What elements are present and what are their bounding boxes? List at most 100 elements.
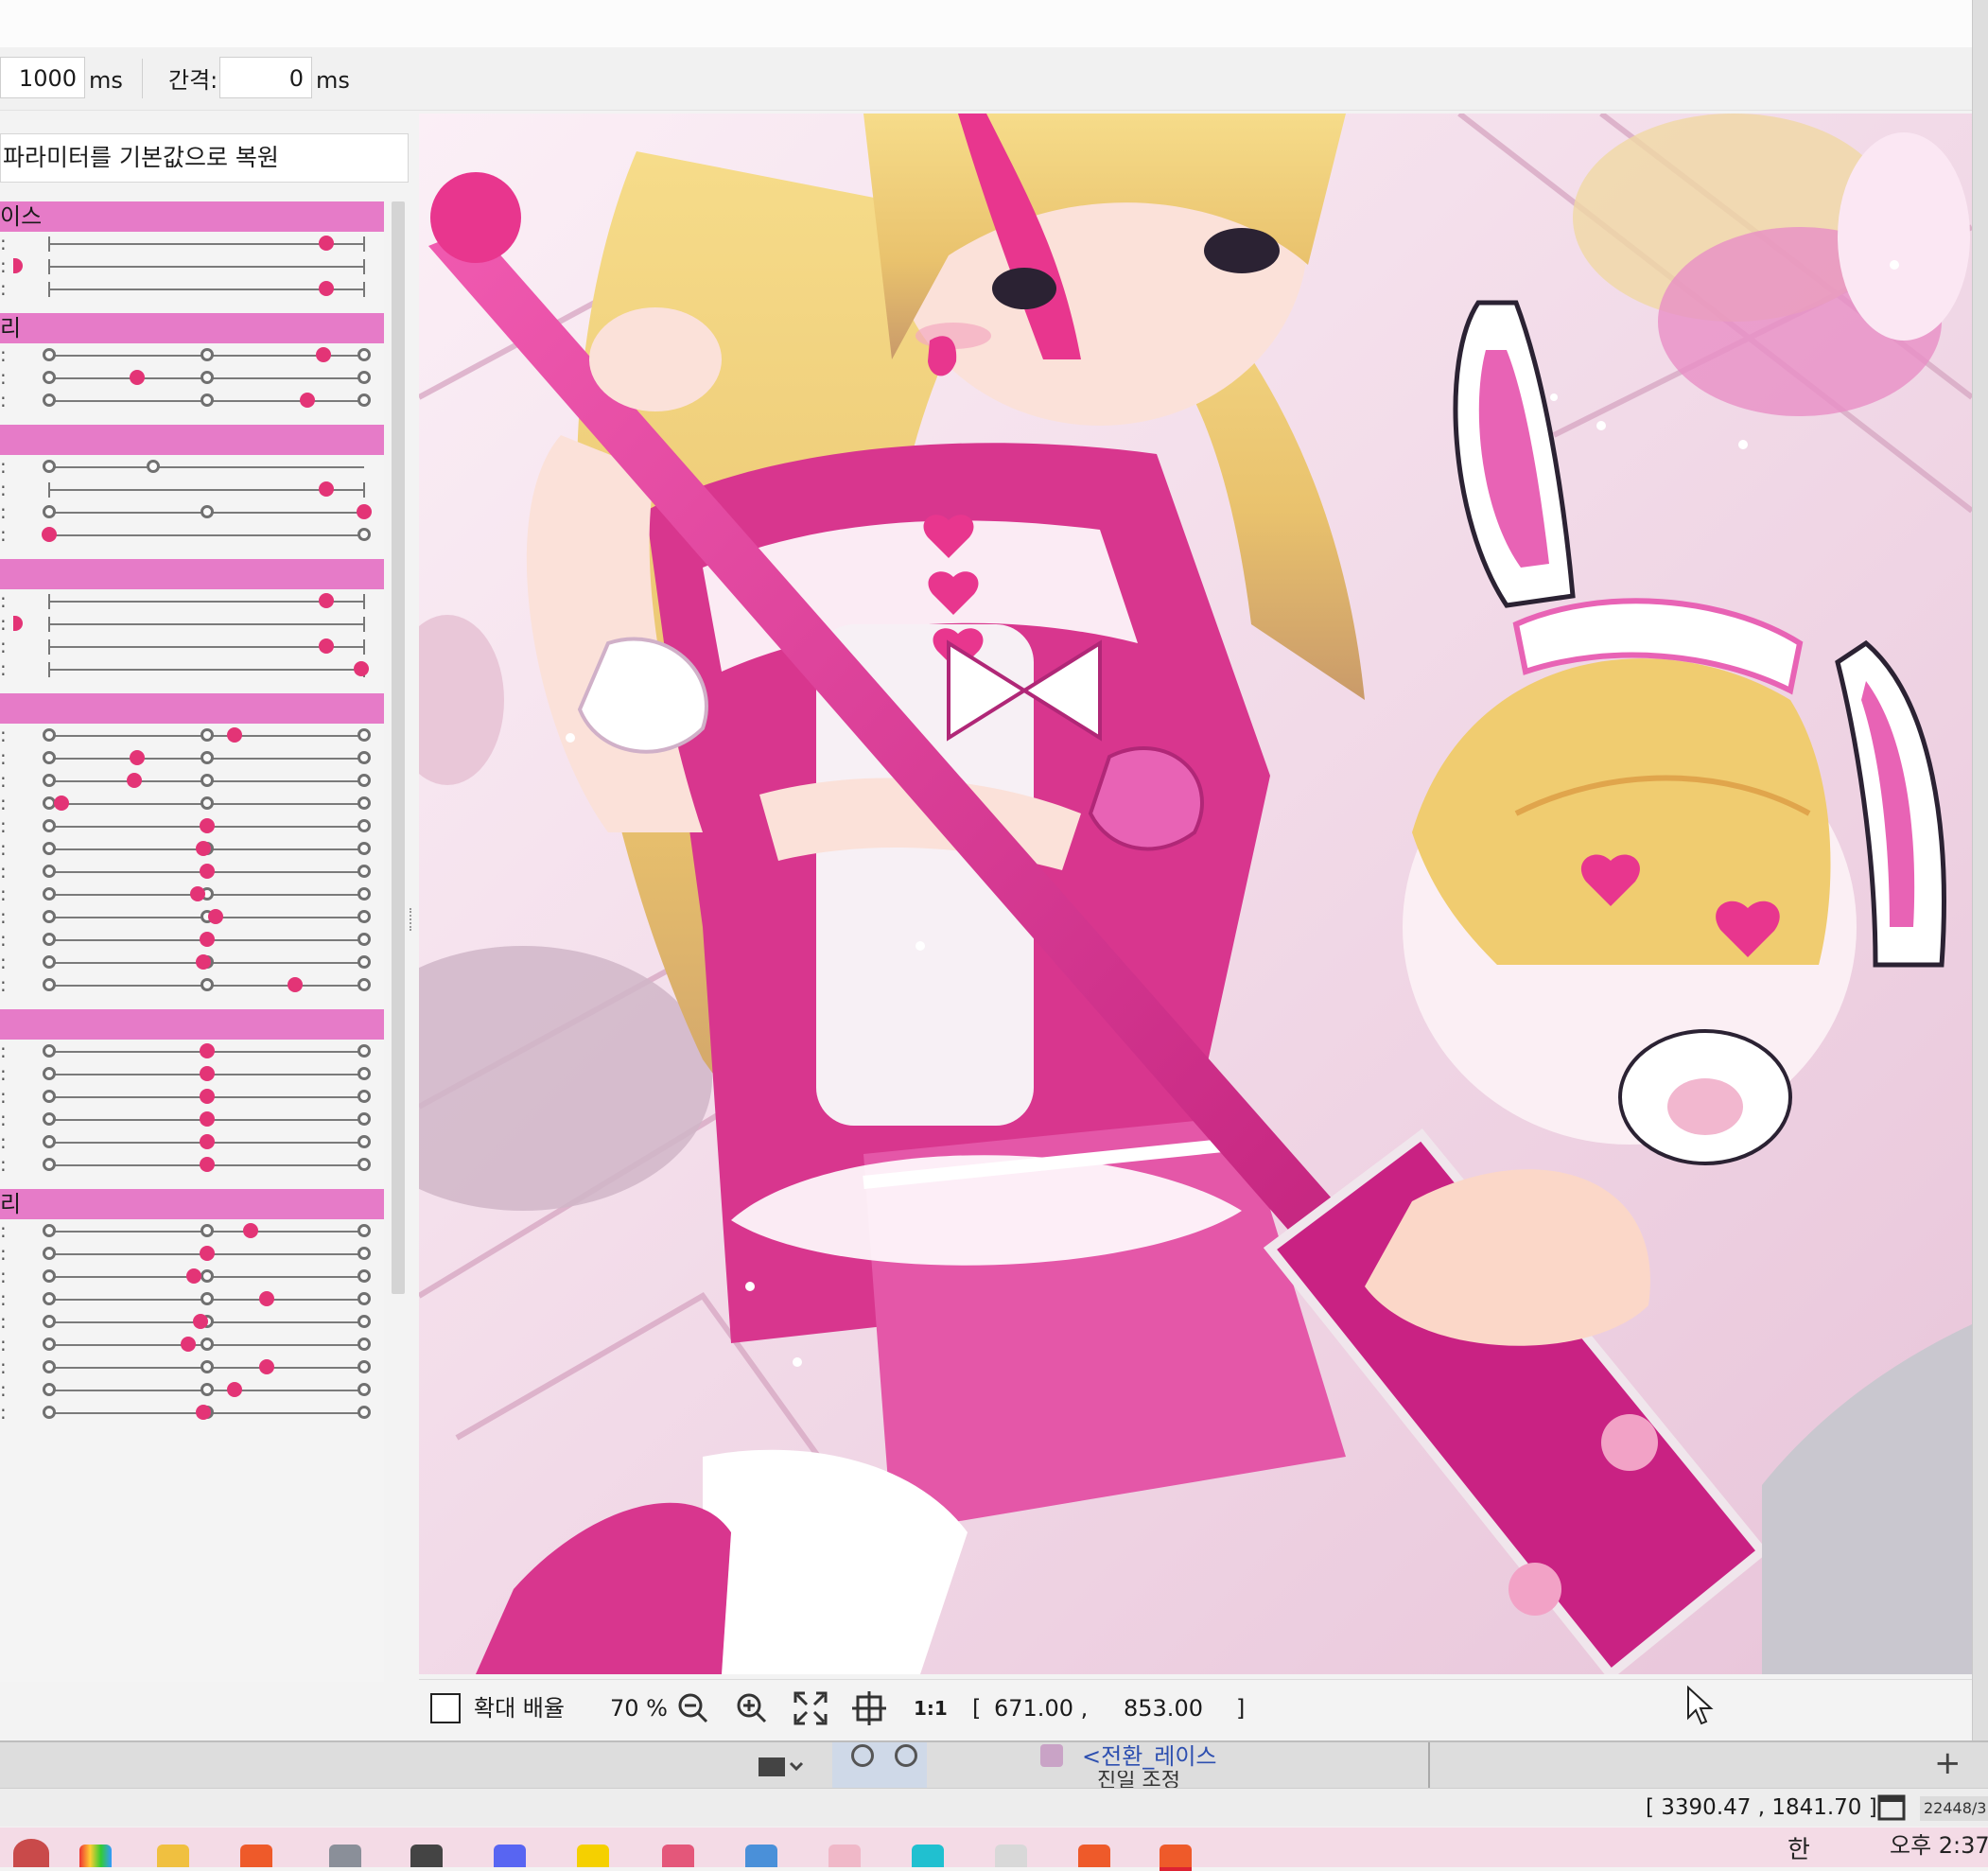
param-keyform-marker[interactable] bbox=[43, 1338, 56, 1351]
param-keyform-marker[interactable] bbox=[43, 348, 56, 361]
param-slider-knob[interactable] bbox=[287, 977, 303, 992]
param-keyform-marker[interactable] bbox=[357, 1292, 371, 1305]
param-keyform-marker[interactable] bbox=[357, 1224, 371, 1237]
one-to-one-button[interactable]: 1:1 bbox=[914, 1693, 948, 1723]
param-keyform-marker[interactable] bbox=[43, 1406, 56, 1419]
param-keyform-marker[interactable] bbox=[43, 1269, 56, 1283]
param-slider-track[interactable] bbox=[49, 623, 364, 625]
param-row[interactable]: : bbox=[0, 520, 384, 549]
param-slider-knob[interactable] bbox=[199, 1134, 215, 1149]
param-keyform-marker[interactable] bbox=[357, 1044, 371, 1058]
param-slider-track[interactable] bbox=[49, 489, 364, 491]
param-slider-knob[interactable] bbox=[54, 796, 70, 811]
param-keyform-marker[interactable] bbox=[357, 1269, 371, 1283]
messenger-icon[interactable] bbox=[577, 1845, 609, 1867]
param-slider-knob[interactable] bbox=[208, 909, 224, 924]
param-keyform-marker[interactable] bbox=[43, 460, 56, 473]
fit-to-window-icon[interactable] bbox=[792, 1689, 829, 1727]
param-keyform-marker[interactable] bbox=[357, 933, 371, 946]
param-keyform-marker[interactable] bbox=[43, 1360, 56, 1373]
param-slider-knob[interactable] bbox=[227, 1382, 243, 1397]
param-keyform-marker[interactable] bbox=[357, 1090, 371, 1103]
interval-input[interactable]: 0 bbox=[219, 57, 312, 98]
param-slider-knob[interactable] bbox=[319, 236, 335, 251]
param-keyform-marker[interactable] bbox=[357, 819, 371, 832]
param-slider-knob[interactable] bbox=[13, 616, 23, 631]
param-slider-knob[interactable] bbox=[199, 1157, 215, 1172]
param-keyform-marker[interactable] bbox=[43, 978, 56, 991]
param-slider-knob[interactable] bbox=[130, 750, 146, 765]
draw-app-icon-2[interactable] bbox=[1078, 1845, 1110, 1867]
param-slider-knob[interactable] bbox=[199, 1246, 215, 1261]
note-app-icon[interactable] bbox=[662, 1845, 694, 1867]
param-keyform-marker[interactable] bbox=[43, 887, 56, 901]
param-group-header[interactable]: 리 bbox=[0, 313, 384, 343]
param-keyform-marker[interactable] bbox=[200, 728, 214, 742]
param-keyform-marker[interactable] bbox=[43, 728, 56, 742]
color-app-icon[interactable] bbox=[79, 1845, 112, 1867]
param-keyform-marker[interactable] bbox=[357, 955, 371, 969]
param-group-header[interactable] bbox=[0, 425, 384, 455]
chat-app-icon[interactable] bbox=[494, 1845, 526, 1867]
magnifier-minus-icon[interactable] bbox=[674, 1689, 712, 1727]
param-slider-knob[interactable] bbox=[199, 1066, 215, 1081]
param-keyform-marker[interactable] bbox=[357, 1247, 371, 1260]
param-row[interactable]: : bbox=[0, 274, 384, 303]
param-keyform-marker[interactable] bbox=[43, 1067, 56, 1080]
editor-app-icon[interactable] bbox=[912, 1845, 944, 1867]
param-keyform-marker[interactable] bbox=[357, 887, 371, 901]
param-slider-knob[interactable] bbox=[319, 481, 335, 497]
param-row[interactable]: : bbox=[0, 1398, 384, 1426]
param-row[interactable]: : bbox=[0, 1150, 384, 1179]
lock-toggle-icon[interactable] bbox=[895, 1744, 917, 1767]
param-keyform-marker[interactable] bbox=[43, 505, 56, 518]
param-keyform-marker[interactable] bbox=[200, 751, 214, 764]
param-keyform-marker[interactable] bbox=[357, 1383, 371, 1396]
layer-name[interactable]: <전환_레이스 bbox=[1082, 1742, 1217, 1771]
param-keyform-marker[interactable] bbox=[200, 1338, 214, 1351]
param-slider-track[interactable] bbox=[49, 534, 364, 536]
param-slider-knob[interactable] bbox=[13, 258, 23, 273]
param-slider-knob[interactable] bbox=[199, 864, 215, 879]
param-keyform-marker[interactable] bbox=[43, 1158, 56, 1171]
owl-app-icon[interactable] bbox=[995, 1845, 1027, 1867]
param-keyform-marker[interactable] bbox=[43, 955, 56, 969]
param-slider-knob[interactable] bbox=[227, 727, 243, 743]
param-keyform-marker[interactable] bbox=[357, 796, 371, 810]
param-keyform-marker[interactable] bbox=[357, 1158, 371, 1171]
param-slider-track[interactable] bbox=[49, 669, 364, 671]
param-keyform-marker[interactable] bbox=[200, 1269, 214, 1283]
param-keyform-marker[interactable] bbox=[357, 1135, 371, 1148]
param-group-header[interactable]: 리 bbox=[0, 1189, 384, 1219]
preview-canvas[interactable] bbox=[419, 114, 1972, 1674]
param-slider-knob[interactable] bbox=[199, 818, 215, 833]
param-keyform-marker[interactable] bbox=[200, 978, 214, 991]
magnifier-plus-icon[interactable] bbox=[733, 1689, 771, 1727]
param-row[interactable]: : bbox=[0, 655, 384, 683]
param-slider-knob[interactable] bbox=[357, 504, 372, 519]
param-keyform-marker[interactable] bbox=[357, 728, 371, 742]
param-keyform-marker[interactable] bbox=[43, 1112, 56, 1126]
window-icon[interactable] bbox=[1877, 1794, 1906, 1821]
param-keyform-marker[interactable] bbox=[43, 371, 56, 384]
param-keyform-marker[interactable] bbox=[200, 1292, 214, 1305]
calendar-icon[interactable] bbox=[745, 1845, 777, 1867]
param-keyform-marker[interactable] bbox=[357, 978, 371, 991]
calculator-icon[interactable] bbox=[329, 1845, 361, 1867]
param-group-header[interactable] bbox=[0, 559, 384, 589]
param-slider-knob[interactable] bbox=[199, 1043, 215, 1058]
zoom-value[interactable]: 70 % bbox=[610, 1693, 668, 1723]
param-keyform-marker[interactable] bbox=[357, 1406, 371, 1419]
param-keyform-marker[interactable] bbox=[357, 774, 371, 787]
param-keyform-marker[interactable] bbox=[357, 1067, 371, 1080]
param-keyform-marker[interactable] bbox=[357, 393, 371, 407]
param-slider-knob[interactable] bbox=[130, 370, 146, 385]
param-slider-knob[interactable] bbox=[186, 1268, 202, 1284]
param-keyform-marker[interactable] bbox=[357, 751, 371, 764]
param-slider-knob[interactable] bbox=[126, 773, 142, 788]
param-slider-track[interactable] bbox=[49, 243, 364, 245]
param-slider-knob[interactable] bbox=[319, 638, 335, 654]
param-keyform-marker[interactable] bbox=[43, 1292, 56, 1305]
param-keyform-marker[interactable] bbox=[357, 1360, 371, 1373]
param-slider-knob[interactable] bbox=[192, 1314, 208, 1329]
